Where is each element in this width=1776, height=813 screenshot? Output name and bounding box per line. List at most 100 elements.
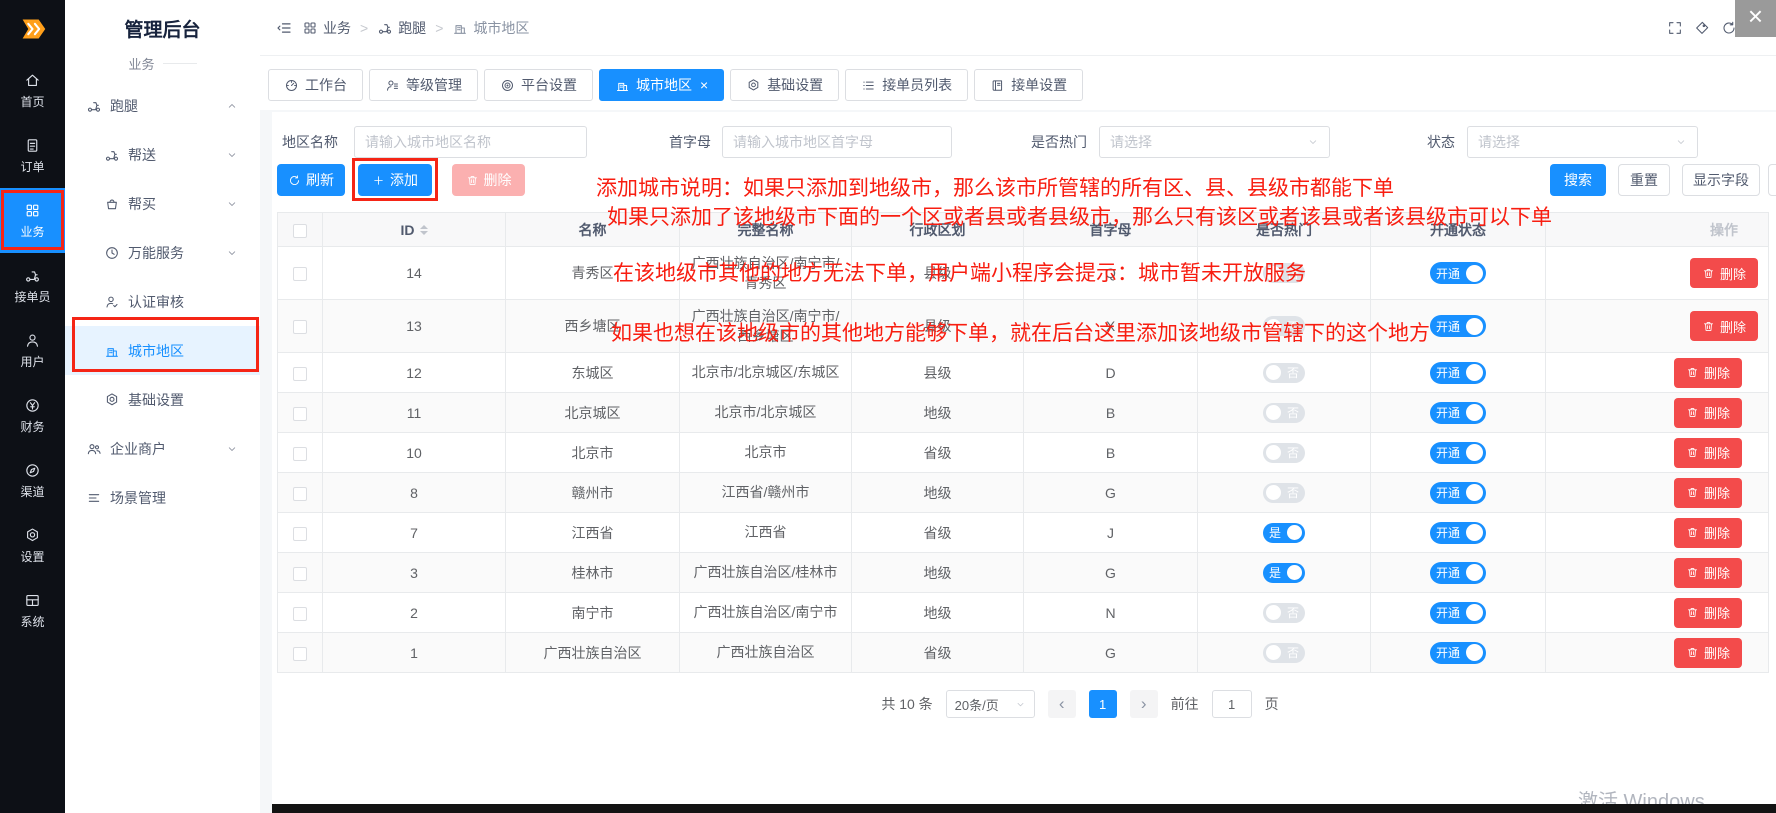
rail-label: 财务 xyxy=(20,418,44,435)
hot-toggle[interactable]: 是 xyxy=(1263,523,1305,543)
rail-item-orders[interactable]: 订单 xyxy=(0,123,65,188)
breadcrumb-city-region[interactable]: 城市地区 xyxy=(452,18,529,38)
sidebar-item-verify-audit[interactable]: 认证审核 xyxy=(65,277,260,326)
row-checkbox[interactable] xyxy=(293,647,307,661)
status-toggle[interactable]: 开通 xyxy=(1430,562,1486,584)
show-fields-button[interactable]: 显示字段 xyxy=(1682,164,1760,196)
rail-item-channels[interactable]: 渠道 xyxy=(0,448,65,513)
row-checkbox[interactable] xyxy=(293,527,307,541)
hot-toggle[interactable]: 否 xyxy=(1263,363,1305,383)
tab-level-management[interactable]: 等级管理 xyxy=(369,69,478,101)
header-id[interactable]: ID xyxy=(323,213,506,247)
region-name-input[interactable] xyxy=(354,126,587,158)
status-toggle[interactable]: 开通 xyxy=(1430,602,1486,624)
is-hot-select[interactable]: 请选择 xyxy=(1099,126,1330,158)
hot-toggle[interactable]: 是 xyxy=(1263,563,1305,583)
sidebar-item-universal-service[interactable]: 万能服务 xyxy=(65,228,260,277)
hot-toggle[interactable]: 否 xyxy=(1263,443,1305,463)
status-toggle[interactable]: 开通 xyxy=(1430,262,1486,284)
collapse-menu-icon[interactable] xyxy=(275,19,293,37)
sidebar-item-bangmai[interactable]: 帮买 xyxy=(65,179,260,228)
fullscreen-icon[interactable] xyxy=(1667,20,1683,36)
delete-button-disabled[interactable]: 删除 xyxy=(452,164,525,196)
sidebar-item-paotui[interactable]: 跑腿 xyxy=(65,81,260,130)
tab-order-settings[interactable]: 接单设置 xyxy=(974,69,1083,101)
hot-toggle[interactable]: 否 xyxy=(1263,316,1305,336)
rail-item-riders[interactable]: 接单员 xyxy=(0,253,65,318)
delete-row-button[interactable]: 删除 xyxy=(1690,311,1758,341)
delete-row-button[interactable]: 删除 xyxy=(1674,398,1742,428)
theme-icon[interactable] xyxy=(1694,20,1710,36)
status-toggle[interactable]: 开通 xyxy=(1430,522,1486,544)
sidebar-item-bangsong[interactable]: 帮送 xyxy=(65,130,260,179)
hot-toggle[interactable]: 否 xyxy=(1263,643,1305,663)
breadcrumb-business[interactable]: 业务 xyxy=(302,18,351,38)
rail-item-settings[interactable]: 设置 xyxy=(0,513,65,578)
status-toggle[interactable]: 开通 xyxy=(1430,362,1486,384)
app-logo[interactable] xyxy=(0,0,65,58)
prev-page-button[interactable]: ‹ xyxy=(1048,690,1076,718)
hot-toggle[interactable]: 否 xyxy=(1263,263,1305,283)
rail-item-system[interactable]: 系统 xyxy=(0,578,65,643)
search-button[interactable]: 搜索 xyxy=(1550,164,1606,196)
row-checkbox[interactable] xyxy=(293,487,307,501)
status-toggle[interactable]: 开通 xyxy=(1430,402,1486,424)
next-page-button[interactable]: › xyxy=(1130,690,1158,718)
order-icon xyxy=(24,137,41,154)
rail-item-home[interactable]: 首页 xyxy=(0,58,65,123)
status-toggle[interactable]: 开通 xyxy=(1430,442,1486,464)
cell-name: 北京城区 xyxy=(506,393,680,433)
clipped-button[interactable] xyxy=(1768,164,1776,196)
window-close-button[interactable]: × xyxy=(1735,0,1776,37)
table-row: 11 北京城区 北京市/北京城区 地级 B 否 开通 删除 xyxy=(278,393,1769,433)
hot-toggle[interactable]: 否 xyxy=(1263,603,1305,623)
sidebar-item-city-region[interactable]: 城市地区 xyxy=(65,326,260,375)
status-select[interactable]: 请选择 xyxy=(1467,126,1698,158)
refresh-button[interactable]: 刷新 xyxy=(277,164,345,196)
goto-page-input[interactable] xyxy=(1212,690,1252,718)
row-checkbox[interactable] xyxy=(293,267,307,281)
delete-row-button[interactable]: 删除 xyxy=(1674,558,1742,588)
sort-icon[interactable] xyxy=(420,225,428,235)
sidebar-item-merchants[interactable]: 企业商户 xyxy=(65,424,260,473)
row-checkbox[interactable] xyxy=(293,320,307,334)
row-checkbox[interactable] xyxy=(293,607,307,621)
tab-basic-settings[interactable]: 基础设置 xyxy=(730,69,839,101)
tab-platform-settings[interactable]: 平台设置 xyxy=(484,69,593,101)
select-all-checkbox[interactable] xyxy=(293,224,307,238)
row-checkbox[interactable] xyxy=(293,447,307,461)
sidebar-item-label: 基础设置 xyxy=(128,390,184,410)
window-bottom-edge xyxy=(272,804,1776,813)
sidebar-item-basic-settings[interactable]: 基础设置 xyxy=(65,375,260,424)
rail-item-users[interactable]: 用户 xyxy=(0,318,65,383)
row-checkbox[interactable] xyxy=(293,367,307,381)
status-toggle[interactable]: 开通 xyxy=(1430,315,1486,337)
status-toggle[interactable]: 开通 xyxy=(1430,642,1486,664)
row-checkbox[interactable] xyxy=(293,407,307,421)
close-icon[interactable]: × xyxy=(700,77,708,93)
delete-row-button[interactable]: 删除 xyxy=(1674,438,1742,468)
hot-toggle[interactable]: 否 xyxy=(1263,483,1305,503)
initial-input[interactable] xyxy=(722,126,952,158)
tab-workbench[interactable]: 工作台 xyxy=(268,69,363,101)
page-size-select[interactable]: 20条/页 xyxy=(946,690,1035,718)
status-toggle[interactable]: 开通 xyxy=(1430,482,1486,504)
delete-row-button[interactable]: 删除 xyxy=(1690,258,1758,288)
hot-toggle[interactable]: 否 xyxy=(1263,403,1305,423)
delete-row-button[interactable]: 删除 xyxy=(1674,638,1742,668)
tab-rider-list[interactable]: 接单员列表 xyxy=(845,69,968,101)
delete-row-button[interactable]: 删除 xyxy=(1674,358,1742,388)
delete-row-button[interactable]: 删除 xyxy=(1674,598,1742,628)
delete-row-button[interactable]: 删除 xyxy=(1674,518,1742,548)
tab-city-region[interactable]: 城市地区× xyxy=(599,69,724,101)
breadcrumb-paotui[interactable]: 跑腿 xyxy=(377,18,426,38)
add-button[interactable]: 添加 xyxy=(358,164,432,196)
reset-button[interactable]: 重置 xyxy=(1618,164,1670,196)
row-checkbox[interactable] xyxy=(293,567,307,581)
current-page-button[interactable]: 1 xyxy=(1089,690,1117,718)
rail-item-business[interactable]: 业务 xyxy=(0,188,65,253)
sidebar-item-scene-management[interactable]: 场景管理 xyxy=(65,473,260,522)
rail-item-finance[interactable]: 财务 xyxy=(0,383,65,448)
breadcrumb-label: 城市地区 xyxy=(473,18,529,38)
delete-row-button[interactable]: 删除 xyxy=(1674,478,1742,508)
